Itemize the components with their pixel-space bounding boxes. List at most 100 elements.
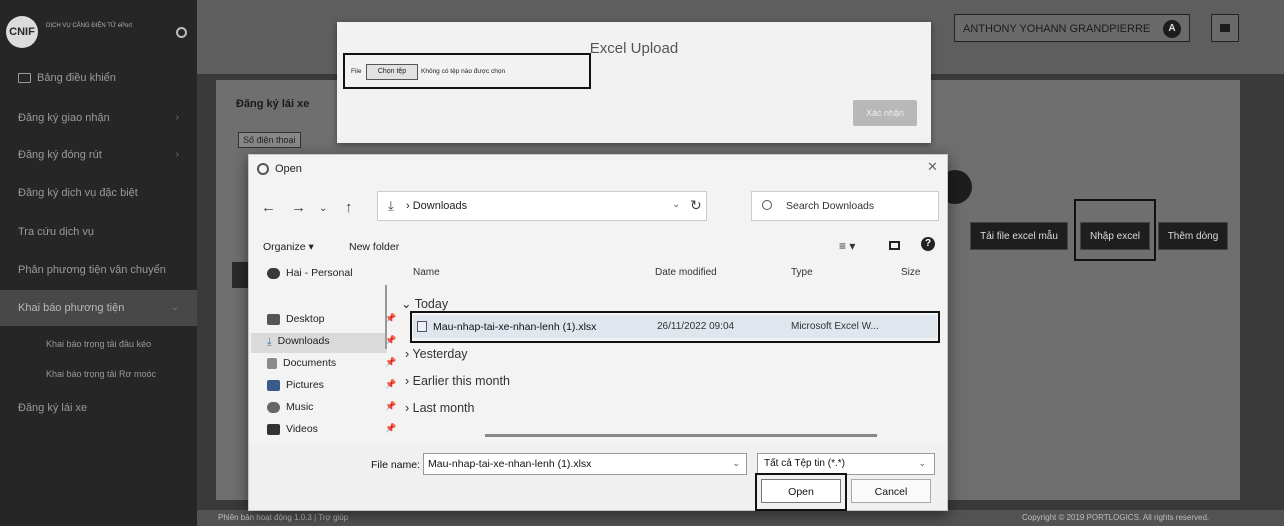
address-text: Downloads	[412, 200, 468, 212]
dialog-title: Open	[275, 163, 302, 175]
add-row-button[interactable]: Thêm dòng	[1158, 222, 1228, 250]
message-button[interactable]	[1211, 14, 1239, 42]
group-label: Last month	[412, 401, 475, 415]
sidebar-item-label: Khai báo phương tiện	[18, 302, 125, 314]
column-header-size[interactable]: Size	[901, 267, 920, 278]
user-name: ANTHONY YOHANN GRANDPIERRE	[963, 23, 1151, 35]
group-yesterday[interactable]: › Yesterday	[405, 347, 468, 361]
chrome-icon	[257, 163, 269, 175]
organize-menu[interactable]: Organize ▾	[263, 241, 314, 253]
nav-item-label: Hai - Personal	[286, 267, 353, 279]
cloud-icon	[267, 267, 280, 279]
pictures-icon	[267, 379, 280, 391]
page-title: Đăng ký lái xe	[236, 98, 310, 110]
close-icon[interactable]: ✕	[927, 159, 938, 175]
sidebar-item-stuffing[interactable]: Đăng ký đóng rút ›	[0, 137, 197, 173]
nav-item-videos[interactable]: Videos 📌	[267, 423, 396, 435]
chevron-down-icon[interactable]: ⌄	[672, 199, 680, 210]
pin-icon: 📌	[385, 423, 397, 433]
search-input[interactable]: Search Downloads	[751, 191, 939, 221]
group-last-month[interactable]: › Last month	[405, 401, 474, 415]
file-type-select[interactable]: Tất cả Tệp tin (*.*) ⌄	[757, 453, 935, 475]
file-name-label: File name:	[371, 459, 421, 471]
sidebar-subitem-trailer-load[interactable]: Khai báo trọng tải Rơ moóc	[0, 363, 197, 385]
sidebar-item-service-lookup[interactable]: Tra cứu dịch vụ	[0, 214, 197, 250]
refresh-icon[interactable]: ↻	[690, 197, 702, 214]
sidebar-item-dashboard[interactable]: Bảng điều khiển	[0, 60, 197, 96]
sidebar-item-vehicle-declaration[interactable]: Khai báo phương tiện ⌄	[0, 290, 197, 326]
nav-item-pictures[interactable]: Pictures 📌	[267, 379, 396, 391]
sidebar-toggle-icon[interactable]	[176, 27, 187, 38]
nav-item-label: Desktop	[286, 313, 325, 325]
highlight-annotation	[410, 311, 940, 343]
cancel-button[interactable]: Cancel	[851, 479, 931, 503]
column-header-name[interactable]: Name	[413, 267, 440, 278]
user-menu-button[interactable]: ANTHONY YOHANN GRANDPIERRE A	[954, 14, 1190, 42]
phone-field-label[interactable]: Số điện thoại	[238, 132, 301, 148]
download-template-button[interactable]: Tải file excel mẫu	[970, 222, 1068, 250]
help-icon[interactable]: ?	[921, 237, 935, 251]
sidebar-subitem-tractor-load[interactable]: Khai báo trọng tải đầu kéo	[0, 333, 197, 355]
nav-item-downloads[interactable]: ⤓ Downloads 📌	[267, 335, 396, 348]
pin-icon: 📌	[385, 357, 397, 367]
documents-icon	[267, 357, 277, 369]
sidebar-item-vehicle-assignment[interactable]: Phân phương tiện vận chuyển	[0, 252, 197, 288]
pane-splitter[interactable]	[385, 285, 387, 349]
address-bar[interactable]: ⤓ › Downloads ⌄ ↻	[377, 191, 707, 221]
music-icon	[267, 401, 280, 413]
column-header-date[interactable]: Date modified	[655, 267, 717, 278]
confirm-button[interactable]: Xác nhận	[853, 100, 917, 126]
file-name-input[interactable]: Mau-nhap-tai-xe-nhan-lenh (1).xlsx ⌄	[423, 453, 747, 475]
desktop-icon	[267, 313, 280, 325]
back-arrow-icon[interactable]: ←	[261, 199, 276, 216]
new-folder-button[interactable]: New folder	[349, 241, 399, 253]
horizontal-scrollbar[interactable]	[485, 434, 877, 437]
file-label: File	[351, 68, 362, 75]
highlight-annotation	[1074, 199, 1156, 261]
chevron-down-icon: ⌄	[170, 302, 179, 313]
nav-item-label: Documents	[283, 357, 337, 369]
pin-icon: 📌	[385, 401, 397, 411]
view-menu-icon[interactable]: ≡ ▾	[839, 239, 855, 253]
chevron-down-icon: ⌄	[918, 458, 926, 468]
avatar: A	[1163, 20, 1181, 38]
nav-item-music[interactable]: Music 📌	[267, 401, 396, 413]
open-button[interactable]: Open	[761, 479, 841, 503]
sidebar: CNIF DỊCH VỤ CẢNG ĐIỆN TỬ ePort Bảng điề…	[0, 0, 197, 526]
chevron-right-icon: ›	[175, 112, 179, 123]
group-label: Earlier this month	[412, 374, 510, 388]
nav-item-label: Music	[286, 401, 314, 413]
message-icon	[1220, 24, 1230, 32]
group-earlier-this-month[interactable]: › Earlier this month	[405, 374, 510, 388]
address-path: › Downloads	[406, 200, 468, 212]
search-icon	[762, 200, 772, 210]
pin-icon: 📌	[385, 379, 397, 389]
dialog-titlebar: Open ✕	[249, 155, 947, 183]
footer-version: Phiên bản hoạt động 1.0.3 | Trợ giúp	[218, 513, 349, 522]
chevron-right-icon: ›	[175, 149, 179, 160]
nav-item-documents[interactable]: Documents 📌	[267, 357, 396, 369]
download-icon: ⤓	[388, 198, 394, 213]
sidebar-item-label: Đăng ký lái xe	[18, 402, 88, 414]
brand-text: DỊCH VỤ CẢNG ĐIỆN TỬ ePort	[46, 23, 133, 29]
open-file-dialog: Open ✕ ← → ⌄ ↑ ⤓ › Downloads ⌄ ↻ Search …	[248, 154, 948, 511]
preview-pane-icon[interactable]	[889, 241, 900, 250]
chevron-down-icon[interactable]: ⌄	[732, 458, 740, 469]
sidebar-item-delivery[interactable]: Đăng ký giao nhận ›	[0, 100, 197, 136]
videos-icon	[267, 423, 280, 435]
brand[interactable]: CNIF DỊCH VỤ CẢNG ĐIỆN TỬ ePort	[6, 14, 191, 54]
nav-item-desktop[interactable]: Desktop 📌	[267, 313, 396, 325]
chevron-down-icon[interactable]: ⌄	[319, 203, 327, 214]
forward-arrow-icon[interactable]: →	[291, 199, 306, 216]
nav-item-onedrive[interactable]: Hai - Personal	[267, 267, 353, 279]
group-today[interactable]: ⌄ Today	[401, 296, 448, 311]
column-header-type[interactable]: Type	[791, 267, 813, 278]
up-arrow-icon[interactable]: ↑	[345, 199, 353, 216]
excel-upload-modal: Excel Upload File Chọn tệp Không có tệp …	[337, 22, 931, 143]
sidebar-item-label: Phân phương tiện vận chuyển	[18, 264, 166, 276]
sidebar-item-driver-registration[interactable]: Đăng ký lái xe	[0, 390, 197, 426]
sidebar-item-special-service[interactable]: Đăng ký dịch vụ đặc biệt	[0, 175, 197, 211]
choose-file-button[interactable]: Chọn tệp	[366, 64, 418, 80]
logo: CNIF	[6, 16, 38, 48]
sidebar-item-label: Bảng điều khiển	[37, 72, 116, 84]
